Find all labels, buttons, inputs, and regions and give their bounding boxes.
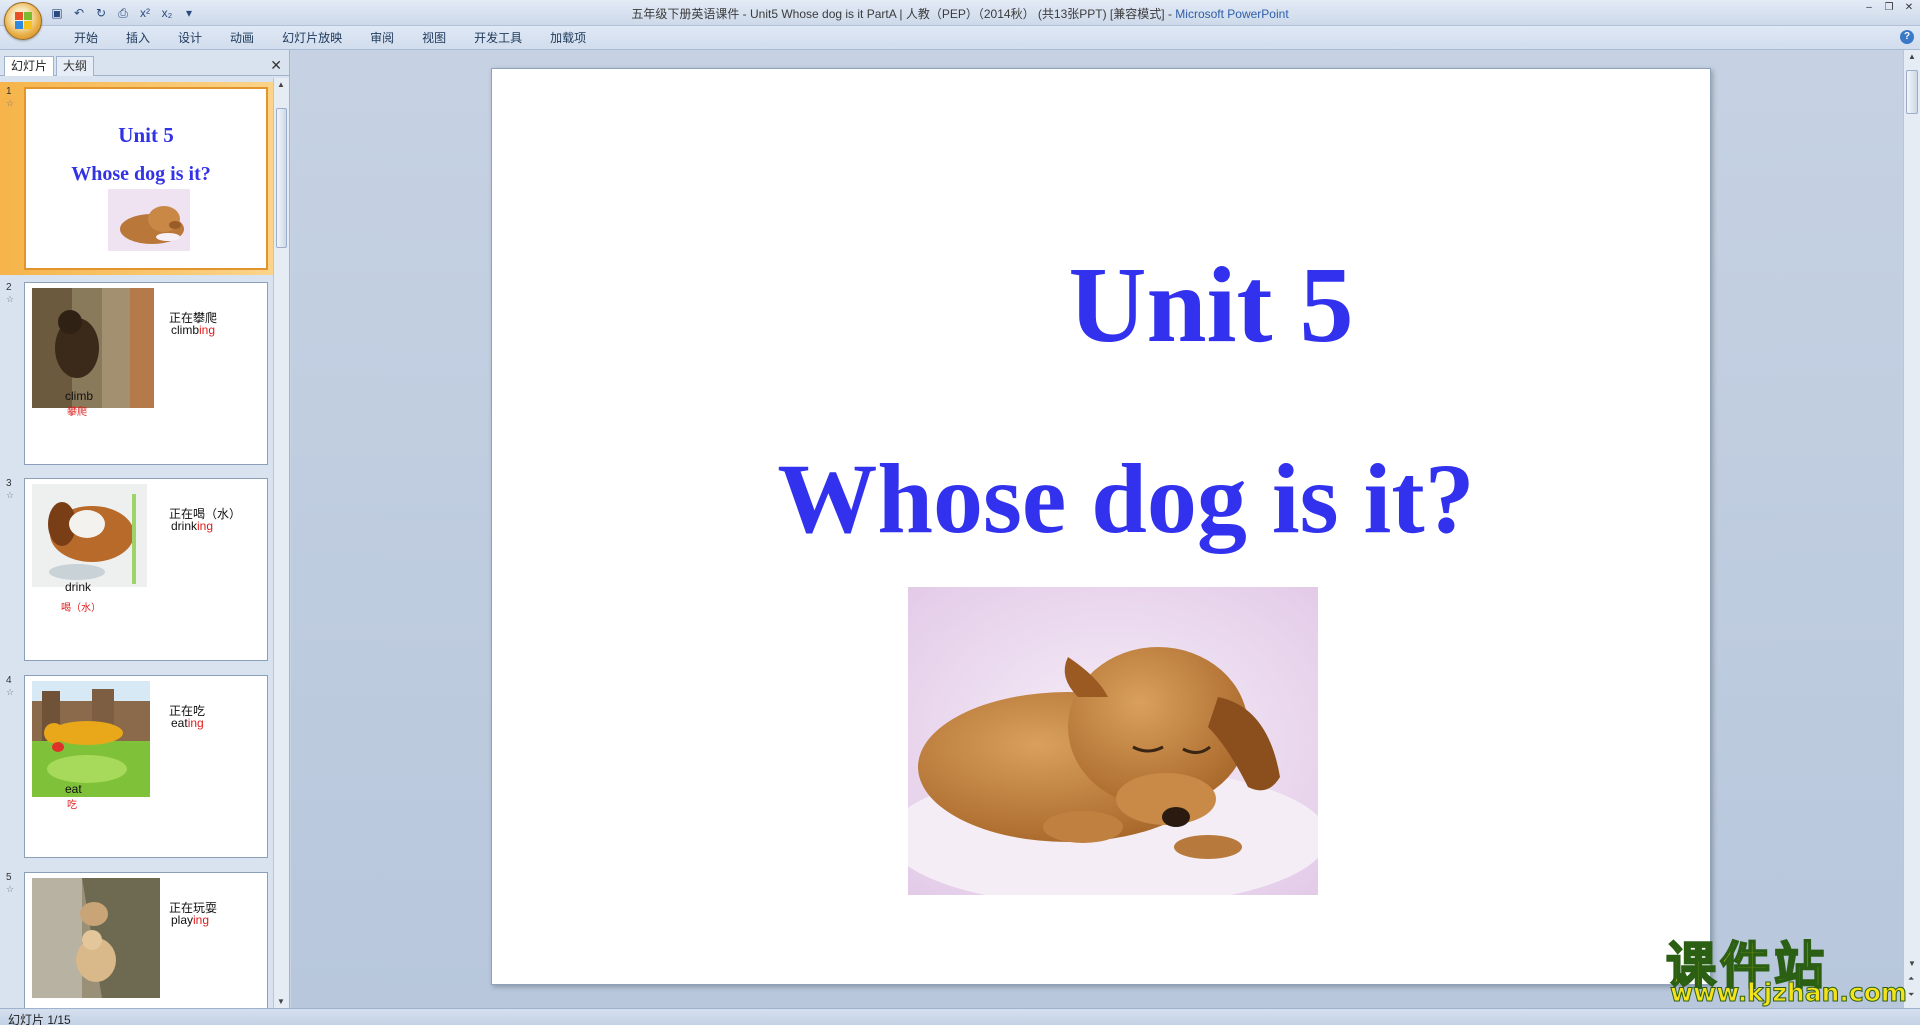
scroll-down-icon[interactable]: ▼: [277, 997, 285, 1006]
thumb-title: Unit 5: [118, 123, 174, 147]
thumb-english-label: climbing: [171, 323, 216, 337]
panel-tabs: 幻灯片 大纲 ✕: [0, 54, 290, 76]
slide-number: 5: [6, 872, 12, 883]
close-panel-icon[interactable]: ✕: [270, 57, 282, 74]
thumb-word: climb: [65, 389, 94, 403]
tab-slideshow[interactable]: 幻灯片放映: [268, 30, 356, 46]
tab-animations[interactable]: 动画: [216, 30, 268, 46]
animation-star-icon: ☆: [6, 490, 15, 500]
tab-home[interactable]: 开始: [60, 30, 112, 46]
office-button[interactable]: [4, 2, 42, 40]
slide-thumbnail-row[interactable]: 5 ☆ 正在玩耍 playing: [0, 868, 274, 1008]
dog-drinking-image: [32, 484, 147, 587]
animation-star-icon: ☆: [6, 98, 15, 108]
help-icon[interactable]: ?: [1900, 30, 1914, 44]
previous-slide-icon[interactable]: ⏶: [1908, 974, 1914, 984]
puppy-thumbnail-image: [108, 189, 190, 251]
ribbon-tabs: 开始 插入 设计 动画 幻灯片放映 审阅 视图 开发工具 加载项 ?: [0, 26, 1920, 50]
slide-thumbnail[interactable]: 正在攀爬 climbing climb 攀爬: [24, 282, 268, 465]
slide-thumbnail-row[interactable]: 1 ☆ Unit 5 Whose dog is it?: [0, 82, 274, 275]
tab-outline[interactable]: 大纲: [56, 56, 95, 76]
window-controls: ‒ ❐ ✕: [1862, 2, 1916, 14]
tab-view[interactable]: 视图: [408, 30, 460, 46]
animation-star-icon: ☆: [6, 687, 15, 697]
slide-counter: 幻灯片 1/15: [8, 1013, 71, 1025]
thumbnail-list: 1 ☆ Unit 5 Whose dog is it? 2 ☆ 正在攀爬 cli…: [0, 78, 274, 1008]
watermark-url-text: www.kjzhan.com: [1670, 978, 1908, 1008]
thumb-word: drink: [65, 580, 92, 594]
slide-editor: Unit 5 Whose dog is it?: [291, 50, 1903, 1008]
thumb-word-cn: 攀爬: [67, 407, 87, 418]
office-logo-icon: [15, 12, 33, 30]
tab-design[interactable]: 设计: [164, 30, 216, 46]
thumb-subtitle: Whose dog is it?: [71, 163, 211, 185]
editor-scrollbar[interactable]: ▲ ▼ ⏶ ⏷: [1903, 50, 1920, 1008]
slide-thumbnail[interactable]: 正在吃 eating eat 吃: [24, 675, 268, 858]
thumb-word-cn: 吃: [67, 800, 77, 811]
tab-insert[interactable]: 插入: [112, 30, 164, 46]
thumbnail-scrollbar[interactable]: ▲ ▼: [273, 78, 289, 1008]
slide-thumbnail-row[interactable]: 3 ☆ 正在喝（水） drinking drink 喝（水）: [0, 474, 274, 664]
tab-developer[interactable]: 开发工具: [460, 30, 536, 46]
slide-thumbnail[interactable]: 正在喝（水） drinking drink 喝（水）: [24, 478, 268, 661]
slide-thumbnail[interactable]: Unit 5 Whose dog is it?: [24, 87, 268, 270]
slide-number: 2: [6, 282, 12, 293]
tab-review[interactable]: 审阅: [356, 30, 408, 46]
minimize-button[interactable]: ‒: [1862, 2, 1876, 14]
slide-subtitle[interactable]: Whose dog is it?: [492, 441, 1710, 556]
slides-panel: 幻灯片 大纲 ✕ 1 ☆ Unit 5 Whose dog is it? 2 ☆…: [0, 50, 290, 1008]
thumb-english-label: eating: [171, 716, 204, 730]
sleeping-puppy-image[interactable]: [908, 587, 1318, 895]
scroll-up-icon[interactable]: ▲: [277, 80, 285, 89]
slide-number: 4: [6, 675, 12, 686]
close-button[interactable]: ✕: [1902, 2, 1916, 14]
site-watermark-logo: 课件站 www.kjzhan.com: [1665, 926, 1907, 1008]
window-title: 五年级下册英语课件 - Unit5 Whose dog is it PartA …: [631, 7, 1289, 21]
scroll-down-icon[interactable]: ▼: [1908, 959, 1916, 968]
thumb-word-cn: 喝（水）: [61, 603, 101, 614]
slide-thumbnail[interactable]: 正在玩耍 playing: [24, 872, 268, 1008]
tab-addins[interactable]: 加载项: [536, 30, 600, 46]
tab-slides[interactable]: 幻灯片: [4, 56, 55, 76]
restore-button[interactable]: ❐: [1882, 2, 1896, 14]
thumb-english-label: playing: [171, 913, 210, 927]
next-slide-icon[interactable]: ⏷: [1908, 990, 1914, 1000]
status-bar: 幻灯片 1/15: [0, 1008, 1920, 1025]
animation-star-icon: ☆: [6, 884, 15, 894]
app-name: Microsoft PowerPoint: [1175, 7, 1289, 21]
slide-thumbnail-row[interactable]: 2 ☆ 正在攀爬 climbing climb 攀爬: [0, 278, 274, 468]
scrollbar-thumb[interactable]: [276, 108, 287, 248]
slide-thumbnail-row[interactable]: 4 ☆ 正在吃 eating eat 吃: [0, 671, 274, 861]
thumb-english-label: drinking: [171, 519, 214, 533]
slide-number: 1: [6, 86, 12, 97]
scrollbar-thumb[interactable]: [1906, 70, 1918, 114]
document-title: 五年级下册英语课件 - Unit5 Whose dog is it PartA …: [631, 7, 1165, 21]
slide-number: 3: [6, 478, 12, 489]
scroll-up-icon[interactable]: ▲: [1908, 52, 1916, 61]
animation-star-icon: ☆: [6, 294, 15, 304]
title-bar: ▣ ↶ ↻ ⎙ x² x₂ ▾ 五年级下册英语课件 - Unit5 Whose …: [0, 0, 1920, 40]
slide-title[interactable]: Unit 5: [492, 244, 1710, 368]
thumb-word: eat: [65, 782, 82, 796]
dogs-playing-image: [32, 878, 160, 998]
current-slide[interactable]: Unit 5 Whose dog is it?: [491, 68, 1711, 985]
cartoon-dog-eating-image: [32, 681, 150, 797]
